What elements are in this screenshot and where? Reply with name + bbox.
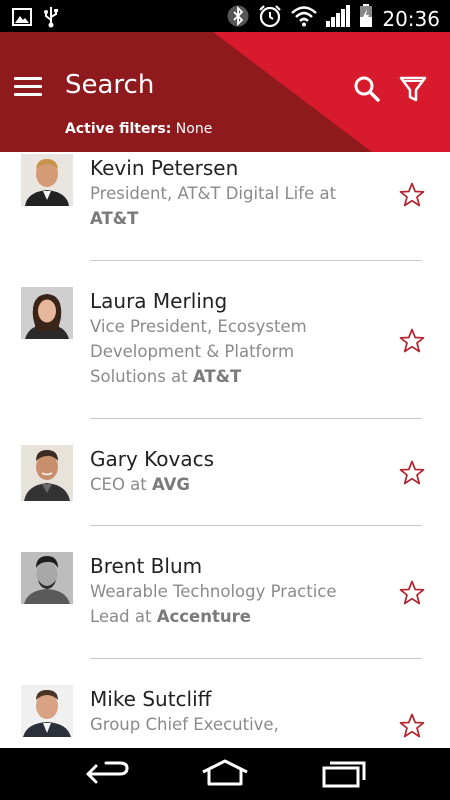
list-item[interactable]: Mike Sutcliff Group Chief Executive,: [90, 686, 370, 737]
person-name: Mike Sutcliff: [90, 687, 212, 711]
active-filters-value: None: [175, 121, 213, 137]
star-icon[interactable]: [399, 713, 425, 739]
divider: [90, 260, 422, 261]
list-item[interactable]: Gary Kovacs CEO at AVG: [90, 446, 370, 497]
alarm-icon: [258, 4, 282, 33]
company-name: AVG: [152, 475, 190, 494]
divider: [90, 418, 422, 419]
job-title: President, AT&T Digital Life at: [90, 184, 337, 203]
star-icon[interactable]: [399, 182, 425, 208]
recents-button[interactable]: [320, 758, 370, 790]
page-title: Search: [65, 70, 155, 100]
list-item[interactable]: Brent Blum Wearable Technology Practice …: [90, 553, 370, 629]
person-title: CEO at AVG: [90, 472, 370, 497]
back-icon: [86, 761, 129, 784]
avatar[interactable]: [21, 445, 73, 501]
battery-icon: [359, 4, 373, 33]
person-name: Laura Merling: [90, 289, 228, 313]
company-name: Accenture: [156, 607, 251, 626]
person-name: Brent Blum: [90, 554, 203, 578]
home-icon: [202, 759, 248, 786]
filter-icon: [399, 76, 427, 102]
person-name: Kevin Petersen: [90, 156, 239, 180]
results-list[interactable]: Kevin Petersen President, AT&T Digital L…: [0, 152, 450, 748]
avatar[interactable]: [21, 685, 73, 737]
list-item[interactable]: Laura Merling Vice President, Ecosystem …: [90, 288, 370, 389]
home-button[interactable]: [200, 758, 250, 790]
bluetooth-icon: [227, 4, 249, 33]
image-icon: [12, 8, 32, 31]
active-filters-label: Active filters:: [65, 121, 172, 137]
menu-button[interactable]: [14, 77, 42, 99]
star-icon[interactable]: [399, 328, 425, 354]
filter-button[interactable]: [398, 74, 428, 104]
usb-icon: [44, 6, 58, 33]
avatar[interactable]: [21, 552, 73, 604]
search-icon: [354, 76, 380, 102]
person-title: Vice President, Ecosystem Development & …: [90, 314, 370, 389]
wifi-icon: [291, 5, 318, 32]
job-title: CEO at: [90, 475, 147, 494]
active-filters: Active filters: None: [65, 121, 212, 137]
divider: [90, 658, 422, 659]
star-icon[interactable]: [399, 460, 425, 486]
back-button[interactable]: [82, 758, 132, 790]
search-button[interactable]: [352, 74, 382, 104]
star-icon[interactable]: [399, 580, 425, 606]
navigation-bar: [0, 748, 450, 800]
avatar[interactable]: [21, 154, 73, 206]
avatar[interactable]: [21, 287, 73, 339]
person-title: President, AT&T Digital Life at AT&T: [90, 181, 370, 231]
recents-icon: [322, 761, 366, 788]
company-name: AT&T: [192, 367, 242, 386]
status-bar: 20:36: [0, 0, 450, 32]
signal-icon: [326, 5, 351, 32]
job-title: Group Chief Executive,: [90, 715, 279, 734]
list-item[interactable]: Kevin Petersen President, AT&T Digital L…: [90, 155, 370, 231]
person-name: Gary Kovacs: [90, 447, 215, 471]
person-title: Group Chief Executive,: [90, 712, 370, 737]
status-time: 20:36: [382, 6, 440, 31]
app-bar: Search Active filters: None: [0, 32, 450, 152]
divider: [90, 525, 422, 526]
company-name: AT&T: [90, 209, 139, 228]
person-title: Wearable Technology Practice Lead at Acc…: [90, 579, 370, 629]
